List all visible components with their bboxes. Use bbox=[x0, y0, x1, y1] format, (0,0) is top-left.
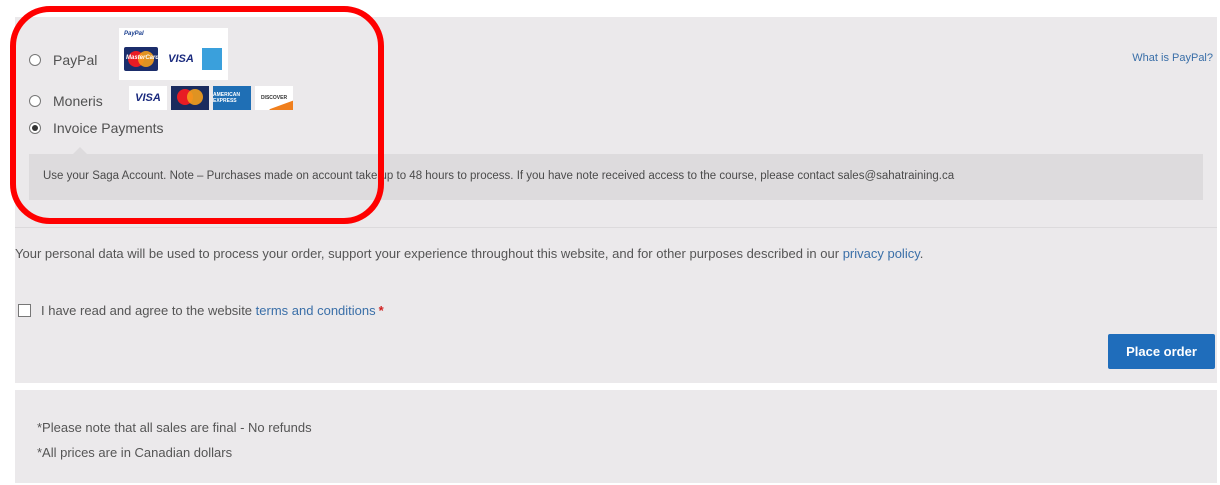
invoice-notice: Use your Saga Account. Note – Purchases … bbox=[29, 147, 1203, 200]
paypal-cards-logo: PayPal MasterCard VISA bbox=[119, 28, 228, 80]
moneris-label: Moneris bbox=[53, 93, 103, 109]
invoice-radio[interactable] bbox=[29, 122, 41, 134]
paypal-label: PayPal bbox=[53, 52, 98, 68]
visa-logo: VISA bbox=[165, 49, 197, 69]
paypal-radio[interactable] bbox=[29, 54, 41, 66]
terms-link[interactable]: terms and conditions bbox=[256, 303, 376, 318]
mastercard-logo: MasterCard bbox=[124, 47, 159, 71]
terms-checkbox[interactable] bbox=[18, 304, 31, 317]
moneris-radio[interactable] bbox=[29, 95, 41, 107]
terms-row: I have read and agree to the website ter… bbox=[18, 303, 384, 318]
mastercard-logo bbox=[171, 86, 209, 110]
paypal-logo-text: PayPal bbox=[124, 31, 144, 37]
visa-logo: VISA bbox=[129, 86, 167, 110]
payment-methods: PayPal PayPal MasterCard VISA What is Pa… bbox=[15, 17, 1217, 228]
sales-notes: *Please note that all sales are final - … bbox=[15, 390, 1217, 483]
payment-option-moneris[interactable]: Moneris bbox=[29, 93, 103, 109]
invoice-notice-text: Use your Saga Account. Note – Purchases … bbox=[43, 170, 955, 182]
amex-logo bbox=[202, 48, 222, 70]
payment-option-invoice[interactable]: Invoice Payments bbox=[29, 120, 164, 136]
place-order-button[interactable]: Place order bbox=[1108, 334, 1215, 369]
checkout-panel: PayPal PayPal MasterCard VISA What is Pa… bbox=[15, 17, 1217, 383]
discover-logo: DISCOVER bbox=[255, 86, 293, 110]
amex-logo: AMERICAN EXPRESS bbox=[213, 86, 251, 110]
moneris-cards-logos: VISA AMERICAN EXPRESS DISCOVER bbox=[129, 86, 293, 110]
privacy-policy-link[interactable]: privacy policy bbox=[843, 246, 920, 261]
note-currency: *All prices are in Canadian dollars bbox=[37, 445, 233, 460]
what-is-paypal-link[interactable]: What is PayPal? bbox=[1132, 52, 1213, 64]
invoice-label: Invoice Payments bbox=[53, 120, 164, 136]
note-refunds: *Please note that all sales are final - … bbox=[37, 420, 312, 435]
payment-option-paypal[interactable]: PayPal bbox=[29, 52, 97, 68]
required-marker: * bbox=[378, 303, 384, 318]
privacy-text: Your personal data will be used to proce… bbox=[15, 246, 924, 261]
